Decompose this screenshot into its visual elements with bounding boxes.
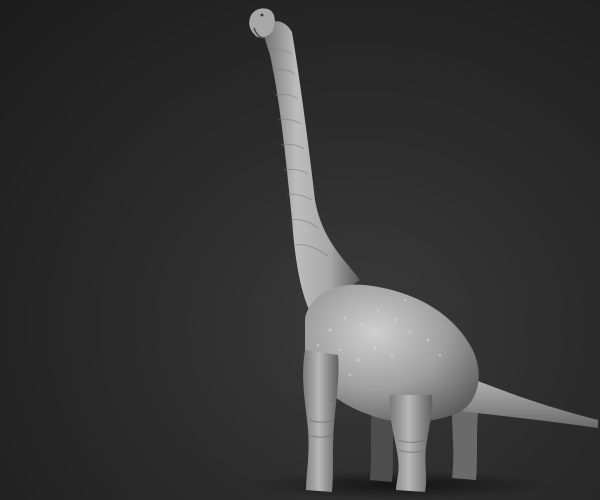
front-leg — [303, 350, 339, 492]
neck — [262, 21, 360, 312]
render-viewport — [0, 0, 600, 500]
sculpt-render — [249, 8, 598, 499]
